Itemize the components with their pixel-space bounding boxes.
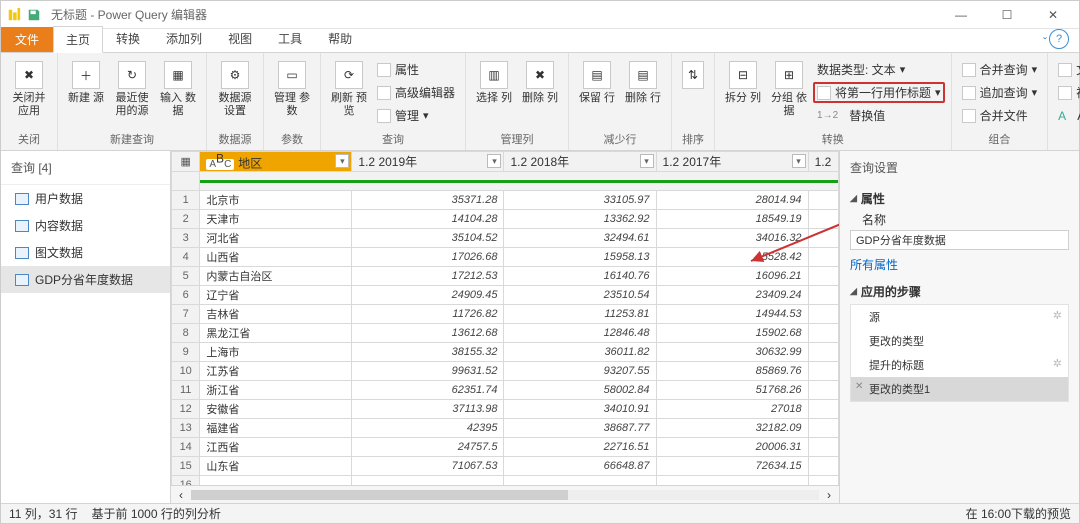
tab-view[interactable]: 视图 xyxy=(215,25,265,52)
status-bar: 11 列，31 行 基于前 1000 行的列分析 在 16:00下载的预览 xyxy=(1,503,1079,523)
window-title: 无标题 - Power Query 编辑器 xyxy=(51,6,207,23)
table-icon xyxy=(15,220,29,232)
gear-icon[interactable]: ✲ xyxy=(1053,309,1062,322)
scroll-left-icon[interactable]: ‹ xyxy=(179,488,183,502)
chevron-up-icon[interactable]: ˇ xyxy=(1043,35,1047,49)
close-button[interactable]: ✕ xyxy=(1033,2,1073,28)
remove-columns-button[interactable]: ✖删除 列 xyxy=(518,57,562,129)
text-analytics-button[interactable]: 文本分析 xyxy=(1054,59,1080,80)
minimize-button[interactable]: — xyxy=(941,2,981,28)
remove-rows-button[interactable]: ▤删除 行 xyxy=(621,57,665,129)
table-row[interactable]: 8黑龙江省13612.6812846.4815902.68 xyxy=(172,324,839,343)
horizontal-scrollbar[interactable]: ‹ › xyxy=(171,485,839,503)
groupby-button[interactable]: ⊞分组 依据 xyxy=(767,57,811,129)
tab-addcolumn[interactable]: 添加列 xyxy=(153,25,215,52)
replace-values-button[interactable]: 1→2 替换值 xyxy=(813,105,945,126)
table-row[interactable]: 2天津市14104.2813362.9218549.19 xyxy=(172,210,839,229)
manage-button[interactable]: 管理 ▾ xyxy=(373,105,459,126)
query-item[interactable]: GDP分省年度数据 xyxy=(1,266,170,293)
settings-title: 查询设置 xyxy=(850,159,1069,176)
table-row[interactable]: 10江苏省99631.5293207.5585869.76 xyxy=(172,362,839,381)
query-name-input[interactable] xyxy=(850,230,1069,250)
queries-panel: 查询 [4] 用户数据内容数据图文数据GDP分省年度数据 xyxy=(1,151,171,503)
queries-header: 查询 [4] xyxy=(1,151,170,185)
col-2018[interactable]: 1.2 2018年▾ xyxy=(504,152,656,172)
query-item[interactable]: 内容数据 xyxy=(1,212,170,239)
vision-button[interactable]: 视觉 xyxy=(1054,82,1080,103)
new-source-button[interactable]: ＋新建 源 xyxy=(64,57,108,129)
close-apply-button[interactable]: ✖关闭并 应用 xyxy=(7,57,51,129)
table-row[interactable]: 16 xyxy=(172,476,839,485)
query-item[interactable]: 图文数据 xyxy=(1,239,170,266)
tab-file[interactable]: 文件 xyxy=(1,27,53,52)
data-grid-area: ▦ ABC地区▾ 1.2 2019年▾ 1.2 2018年▾ 1.2 2017年… xyxy=(171,151,839,503)
col-2017[interactable]: 1.2 2017年▾ xyxy=(656,152,808,172)
choose-columns-button[interactable]: ▥选择 列 xyxy=(472,57,516,129)
app-icon xyxy=(7,8,21,22)
status-rowcol: 11 列，31 行 xyxy=(9,505,77,522)
gear-icon[interactable]: ✲ xyxy=(1053,357,1062,370)
save-icon[interactable] xyxy=(27,8,41,22)
maximize-button[interactable]: ☐ xyxy=(987,2,1027,28)
manage-params-button[interactable]: ▭管理 参数 xyxy=(270,57,314,129)
applied-step[interactable]: 更改的类型1 xyxy=(851,377,1068,401)
sort-button[interactable]: ⇅ xyxy=(678,57,708,129)
applied-step[interactable]: 更改的类型 xyxy=(851,329,1068,353)
tab-transform[interactable]: 转换 xyxy=(103,25,153,52)
split-column-button[interactable]: ⊟拆分 列 xyxy=(721,57,765,129)
table-row[interactable]: 5内蒙古自治区17212.5316140.7616096.21 xyxy=(172,267,839,286)
col-region[interactable]: ABC地区▾ xyxy=(200,152,352,172)
ribbon: ✖关闭并 应用关闭 ＋新建 源 ↻最近使 用的源 ▦输入 数据 新建查询 ⚙数据… xyxy=(1,53,1079,151)
table-row[interactable]: 1北京市35371.2833105.9728014.94 xyxy=(172,191,839,210)
table-row[interactable]: 6辽宁省24909.4523510.5423409.24 xyxy=(172,286,839,305)
recent-source-button[interactable]: ↻最近使 用的源 xyxy=(110,57,154,129)
refresh-preview-button[interactable]: ⟳刷新 预览 xyxy=(327,57,371,129)
tab-help[interactable]: 帮助 xyxy=(315,25,365,52)
applied-step[interactable]: 源✲ xyxy=(851,305,1068,329)
merge-queries-button[interactable]: 合并查询 ▾ xyxy=(958,59,1042,80)
table-row[interactable]: 15山东省71067.5366648.8772634.15 xyxy=(172,457,839,476)
keep-rows-button[interactable]: ▤保留 行 xyxy=(575,57,619,129)
table-row[interactable]: 3河北省35104.5232494.6134016.32 xyxy=(172,229,839,248)
table-row[interactable]: 4山西省17026.6815958.1315528.42 xyxy=(172,248,839,267)
append-queries-button[interactable]: 追加查询 ▾ xyxy=(958,82,1042,103)
advanced-editor-button[interactable]: 高级编辑器 xyxy=(373,82,459,103)
status-profiling: 基于前 1000 行的列分析 xyxy=(91,505,220,522)
table-icon xyxy=(15,247,29,259)
enter-data-button[interactable]: ▦输入 数据 xyxy=(156,57,200,129)
status-download-time: 在 16:00下载的预览 xyxy=(966,505,1071,522)
tab-home[interactable]: 主页 xyxy=(53,26,103,53)
col-2019[interactable]: 1.2 2019年▾ xyxy=(352,152,504,172)
query-settings-panel: 查询设置 ◢属性 名称 所有属性 ◢应用的步骤 源✲更改的类型提升的标题✲更改的… xyxy=(839,151,1079,503)
table-row[interactable]: 12安徽省37113.9834010.9127018 xyxy=(172,400,839,419)
table-row[interactable]: 7吉林省11726.8211253.8114944.53 xyxy=(172,305,839,324)
main-area: 查询 [4] 用户数据内容数据图文数据GDP分省年度数据 ▦ ABC地区▾ 1.… xyxy=(1,151,1079,503)
applied-step[interactable]: 提升的标题✲ xyxy=(851,353,1068,377)
table-icon xyxy=(15,193,29,205)
table-row[interactable]: 13福建省4239538687.7732182.09 xyxy=(172,419,839,438)
table-row[interactable]: 11浙江省62351.7458002.8451768.26 xyxy=(172,381,839,400)
ribbon-tabs: 文件 主页 转换 添加列 视图 工具 帮助 ˇ ? xyxy=(1,29,1079,53)
azure-ml-button[interactable]: A Azure 机器学习 xyxy=(1054,105,1080,126)
use-first-row-header-button[interactable]: 将第一行用作标题 ▾ xyxy=(813,82,945,103)
help-button[interactable]: ? xyxy=(1049,29,1069,49)
table-icon xyxy=(15,274,29,286)
table-row[interactable]: 9上海市38155.3236011.8230632.99 xyxy=(172,343,839,362)
corner-cell[interactable]: ▦ xyxy=(172,152,200,172)
tab-tools[interactable]: 工具 xyxy=(265,25,315,52)
scroll-right-icon[interactable]: › xyxy=(827,488,831,502)
data-grid[interactable]: ▦ ABC地区▾ 1.2 2019年▾ 1.2 2018年▾ 1.2 2017年… xyxy=(171,151,839,485)
all-properties-link[interactable]: 所有属性 xyxy=(850,256,1069,273)
datasource-settings-button[interactable]: ⚙数据源 设置 xyxy=(213,57,257,129)
table-row[interactable]: 14江西省24757.522716.5120006.31 xyxy=(172,438,839,457)
query-item[interactable]: 用户数据 xyxy=(1,185,170,212)
properties-button[interactable]: 属性 xyxy=(373,59,459,80)
datatype-button[interactable]: 数据类型: 文本 ▾ xyxy=(813,59,945,80)
combine-files-button[interactable]: 合并文件 xyxy=(958,105,1042,126)
col-last[interactable]: 1.2 xyxy=(808,152,838,172)
